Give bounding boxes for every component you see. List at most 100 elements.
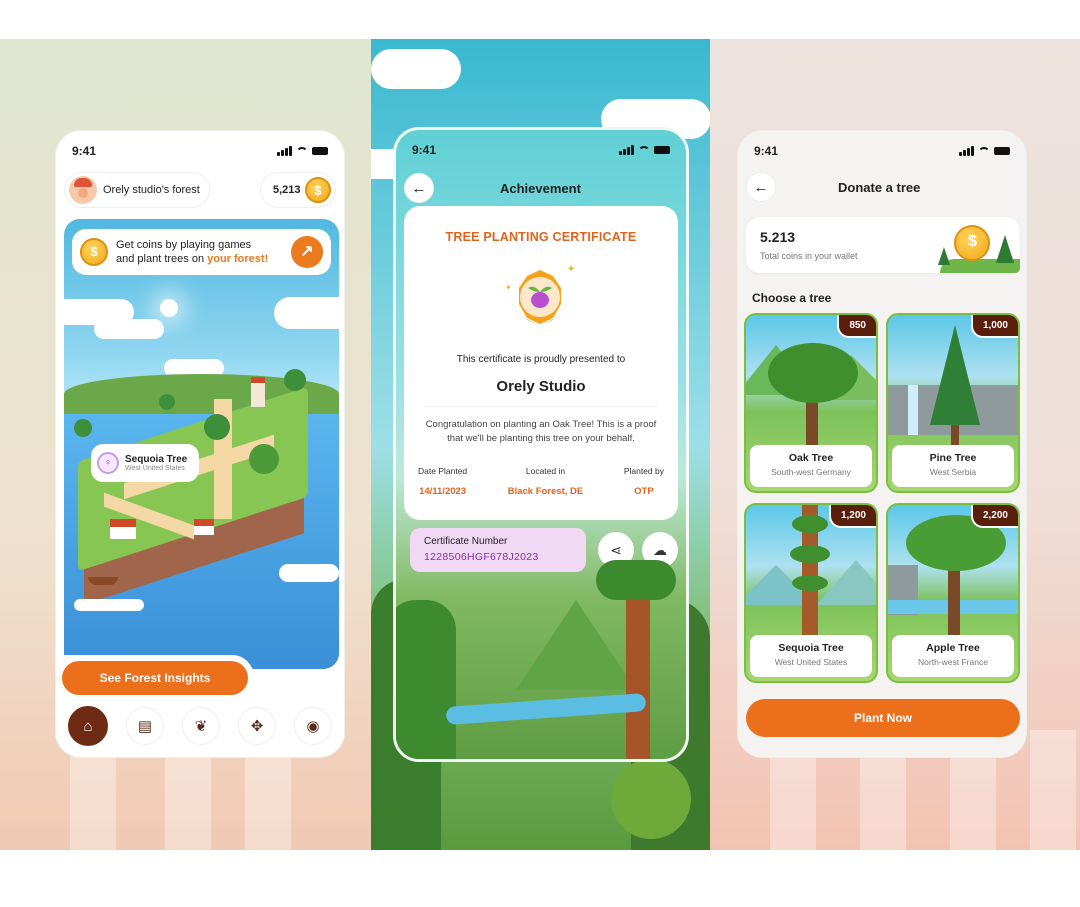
sequoia-canopy-icon xyxy=(790,545,830,563)
house-icon xyxy=(110,519,136,539)
tree-card-oak[interactable]: 850 Oak Tree South-west Germany xyxy=(744,313,878,493)
sequoia-canopy-icon xyxy=(792,515,828,533)
certificate-title: TREE PLANTING CERTIFICATE xyxy=(445,230,637,244)
tip-line-1: Get coins by playing games xyxy=(116,239,252,251)
inner-mountain xyxy=(516,600,636,690)
certificate-message: Congratulation on planting an Oak Tree! … xyxy=(425,419,657,444)
signal-icon xyxy=(959,146,974,156)
pin-title: Sequoia Tree xyxy=(125,454,188,465)
meta-value: 14/11/2023 xyxy=(419,486,467,497)
meta-date: Date Planted 14/11/2023 xyxy=(418,466,467,497)
status-bar: 9:41 xyxy=(754,143,1010,159)
nav-gamepad-icon[interactable]: ✥ xyxy=(238,707,276,745)
certificate-number: 1228506HGF678J2023 xyxy=(424,551,539,563)
meta-label: Date Planted xyxy=(418,466,468,476)
bottom-nav: ⌂ ▤ ❦ ✥ ◉ xyxy=(68,705,332,747)
certificate-number-label: Certificate Number xyxy=(424,536,508,547)
tree-name: Oak Tree xyxy=(788,452,834,464)
certificate-card: TREE PLANTING CERTIFICATE ✦ ✦ This certi… xyxy=(404,206,678,520)
tower-icon xyxy=(251,377,265,407)
location-pin-icon: ♀ xyxy=(97,452,119,474)
price-badge: 1,000 xyxy=(970,315,1018,338)
certificate-badge-icon: ✦ ✦ xyxy=(505,264,575,324)
tree-pin-card[interactable]: ♀ Sequoia Tree West United States xyxy=(91,444,199,482)
cloud xyxy=(74,599,144,611)
tree-card-apple[interactable]: 2,200 Apple Tree North-west France xyxy=(886,503,1020,683)
divider xyxy=(424,406,658,407)
forest-name-chip[interactable]: Orely studio's forest xyxy=(64,172,210,208)
recipient-name: Orely Studio xyxy=(496,378,586,395)
meta-value: OTP xyxy=(634,486,654,497)
pine-canopy-icon xyxy=(930,325,980,425)
pine-icon xyxy=(996,235,1014,263)
price-badge: 850 xyxy=(837,315,876,338)
wifi-icon xyxy=(638,145,650,155)
svg-text:✦: ✦ xyxy=(505,283,512,292)
tip-text: Get coins by playing games and plant tre… xyxy=(116,238,268,266)
wifi-icon xyxy=(978,146,990,156)
battery-icon xyxy=(312,147,328,155)
tree-info: Pine Tree West Serbia xyxy=(892,445,1014,487)
plant-now-button[interactable]: Plant Now xyxy=(746,699,1020,737)
status-time: 9:41 xyxy=(754,144,779,158)
tree-location: West United States xyxy=(774,657,848,667)
cloud xyxy=(94,319,164,339)
choose-tree-label: Choose a tree xyxy=(752,291,832,305)
meta-location: Located in Black Forest, DE xyxy=(508,466,584,497)
panel-home: 9:41 Orely studio's forest 5,213 $ $ Get… xyxy=(0,39,371,850)
see-forest-insights-button[interactable]: See Forest Insights xyxy=(62,661,248,695)
svg-text:✦: ✦ xyxy=(567,264,575,275)
sun-icon xyxy=(160,299,178,317)
tree-name: Apple Tree xyxy=(926,642,980,654)
tree-icon xyxy=(284,369,306,391)
wifi-icon xyxy=(296,146,308,156)
cloud xyxy=(371,49,461,89)
waterfall xyxy=(908,385,918,435)
forest-name: Orely studio's forest xyxy=(103,184,200,196)
tree-info: Sequoia Tree West United States xyxy=(750,635,872,677)
tree-name: Pine Tree xyxy=(929,452,977,464)
tree-icon xyxy=(204,414,230,440)
showcase-canvas: 9:41 Orely studio's forest 5,213 $ $ Get… xyxy=(0,39,1080,850)
price-badge: 1,200 xyxy=(828,505,876,528)
inner-river xyxy=(445,693,647,725)
back-arrow-icon[interactable]: ← xyxy=(746,172,776,202)
arrow-up-right-icon[interactable]: ↗ xyxy=(291,236,323,268)
forest-map[interactable]: $ Get coins by playing games and plant t… xyxy=(64,219,339,669)
tree-location: South-west Germany xyxy=(771,467,851,477)
tree-name: Sequoia Tree xyxy=(778,642,844,654)
sequoia-canopy-icon xyxy=(792,575,828,591)
nav-plant-hand-icon[interactable]: ❦ xyxy=(182,707,220,745)
inner-forest xyxy=(596,560,676,600)
coin-plant-icon: $ xyxy=(80,238,108,266)
phone-home: 9:41 Orely studio's forest 5,213 $ $ Get… xyxy=(55,130,345,758)
signal-icon xyxy=(277,146,292,156)
tip-card[interactable]: $ Get coins by playing games and plant t… xyxy=(72,229,331,275)
wallet-label: Total coins in your wallet xyxy=(760,251,858,261)
tree-info: Oak Tree South-west Germany xyxy=(750,445,872,487)
wallet-amount: 5.213 xyxy=(760,229,796,245)
status-time: 9:41 xyxy=(72,144,97,158)
back-arrow-icon[interactable]: ← xyxy=(404,173,434,203)
coin-icon: $ xyxy=(305,177,331,203)
cloud xyxy=(274,297,339,329)
oak-canopy-icon xyxy=(768,343,858,403)
nav-home-icon[interactable]: ⌂ xyxy=(68,706,108,746)
price-badge: 2,200 xyxy=(970,505,1018,528)
signal-icon xyxy=(619,145,634,155)
certificate-number-box[interactable]: Certificate Number 1228506HGF678J2023 xyxy=(410,528,586,572)
page-title: Donate a tree xyxy=(838,180,921,195)
tree-card-pine[interactable]: 1,000 Pine Tree West Serbia xyxy=(886,313,1020,493)
nav-clipboard-icon[interactable]: ▤ xyxy=(126,707,164,745)
house-icon xyxy=(194,519,214,535)
status-time: 9:41 xyxy=(412,143,437,157)
boat-icon xyxy=(88,577,118,585)
panel-donate: 9:41 ← Donate a tree 5.213 Total coins i… xyxy=(710,39,1080,850)
nav-profile-icon[interactable]: ◉ xyxy=(294,707,332,745)
meta-label: Planted by xyxy=(623,466,664,476)
foreground-bush xyxy=(611,759,691,839)
tree-location: West Serbia xyxy=(929,467,977,477)
coin-balance-chip[interactable]: 5,213 $ xyxy=(260,172,336,208)
tree-card-sequoia[interactable]: 1,200 Sequoia Tree West United States xyxy=(744,503,878,683)
tree-location: North-west France xyxy=(918,657,988,667)
